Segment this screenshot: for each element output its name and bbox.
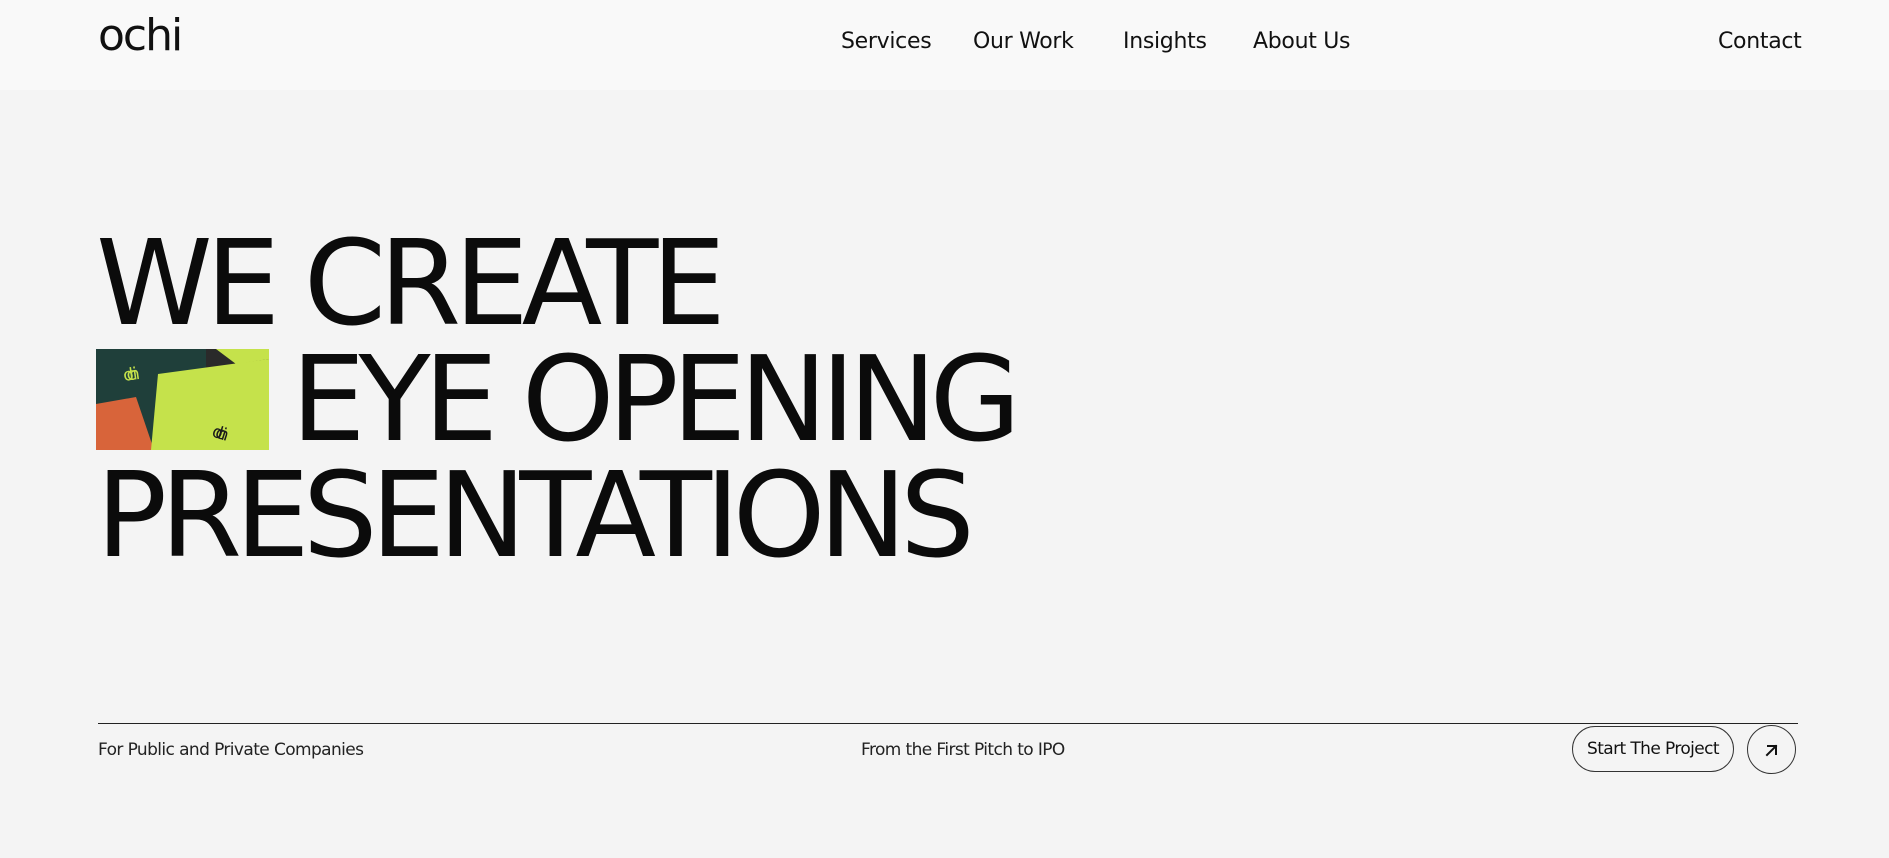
hero-line-2: EYE OPENING [291, 330, 1021, 468]
hero-line-3: PRESENTATIONS [96, 446, 975, 584]
nav-about-us[interactable]: About Us [1253, 27, 1351, 57]
nav-links: Services Our Work Insights About Us Cont… [0, 27, 1889, 57]
tagline-left: For Public and Private Companies [98, 740, 364, 760]
nav-services[interactable]: Services [841, 27, 932, 57]
nav-our-work[interactable]: Our Work [973, 27, 1074, 57]
nav-contact[interactable]: Contact [1718, 27, 1802, 57]
thumbnail-graphic: ochi ochi [96, 348, 269, 450]
arrow-up-right-icon [1765, 744, 1777, 756]
hero-thumbnail-image: ochi ochi [96, 348, 269, 450]
hero-line-2-wrap: ochi ochi EYE OPENING [96, 330, 1021, 468]
tagline-center: From the First Pitch to IPO [861, 740, 1065, 760]
hero-line-1: WE CREATE [96, 214, 726, 352]
navbar: ochi Services Our Work Insights About Us… [0, 0, 1889, 90]
start-project-button[interactable]: Start The Project [1572, 726, 1734, 772]
start-project-arrow-button[interactable] [1747, 725, 1796, 774]
divider [98, 723, 1798, 724]
nav-insights[interactable]: Insights [1123, 27, 1207, 57]
hero-heading: WE CREATE ochi ochi EYE OPENING PRESENTA… [96, 214, 1021, 584]
